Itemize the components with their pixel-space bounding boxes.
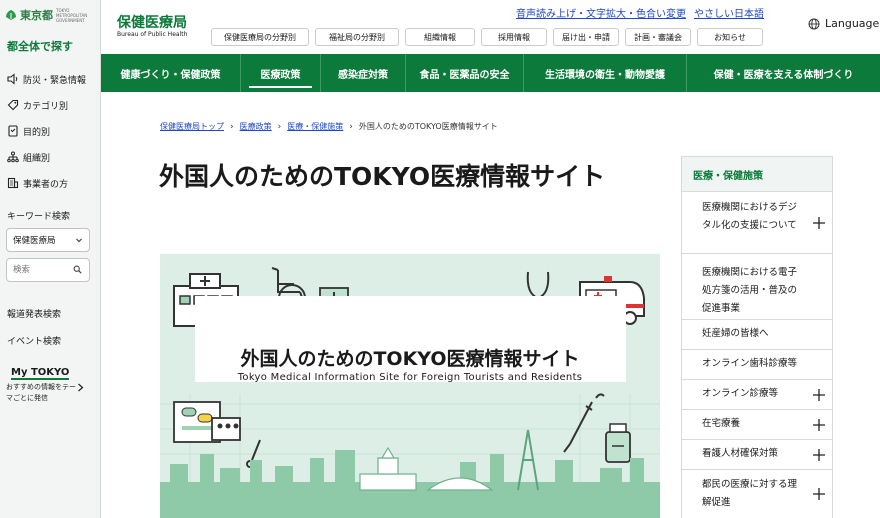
org-chart-icon	[7, 151, 19, 163]
breadcrumb-separator-icon: ›	[230, 121, 234, 132]
mytokyo-title: My TOKYO	[11, 367, 70, 380]
event-search-link[interactable]: イベント検索	[7, 334, 61, 347]
dome-icon	[426, 477, 494, 491]
nav-health-promotion[interactable]: 健康づくり・保健政策	[101, 54, 241, 92]
sidebar-item-label: 防災・緊急情報	[23, 75, 87, 86]
main-nav: 健康づくり・保健政策 医療政策 感染症対策 食品・医薬品の安全 生活環境の衛生・…	[101, 54, 880, 92]
right-nav-item-label: 医療機関におけるデジタル化の支援について	[702, 202, 798, 231]
breadcrumb-separator-icon: ›	[349, 121, 353, 132]
right-nav-item-digitalization[interactable]: 医療機関におけるデジタル化の支援について	[682, 192, 832, 254]
right-nav-item-pregnant[interactable]: 妊産婦の皆様へ	[682, 320, 832, 350]
medicine-tray-icon	[173, 401, 241, 443]
right-nav-item-label: 妊産婦の皆様へ	[702, 328, 769, 339]
sidebar-item-label: カテゴリ別	[23, 101, 69, 112]
right-nav-item-online-medical[interactable]: オンライン診療等	[682, 380, 832, 410]
chevron-down-icon	[76, 238, 82, 243]
right-nav-item-label: 在宅療養	[702, 418, 741, 429]
plus-icon[interactable]	[813, 488, 825, 500]
mytokyo-link[interactable]: My TOKYO おすすめの情報をテーマごとに発信	[6, 367, 96, 404]
right-nav-item-label: オンライン歯科診療等	[702, 358, 798, 369]
accessibility-link[interactable]: 音声読み上げ・文字拡大・色合い変更	[516, 5, 686, 20]
pill-recruitment[interactable]: 採用情報	[481, 28, 547, 46]
pill-plans[interactable]: 計画・審議会	[625, 28, 691, 46]
building-icon	[7, 177, 19, 189]
right-nav-item-online-dental[interactable]: オンライン歯科診療等	[682, 350, 832, 380]
press-release-search-link[interactable]: 報道発表検索	[7, 307, 61, 320]
right-sidebar-nav: 医療・保健施策 医療機関におけるデジタル化の支援について 医療機関における電子処…	[681, 156, 833, 518]
sidebar-item-label: 組織別	[23, 153, 51, 164]
breadcrumb-link[interactable]: 医療政策	[240, 121, 272, 132]
tokyo-logo-text: 東京都	[20, 9, 53, 22]
pill-organization[interactable]: 組織情報	[405, 28, 475, 46]
right-nav-item-public-understanding[interactable]: 都民の医療に対する理解促進	[682, 470, 832, 518]
banner-title-jp: 外国人のためのTOKYO医療情報サイト	[240, 348, 580, 370]
right-nav-item-nursing[interactable]: 看護人材確保対策	[682, 440, 832, 470]
sidebar-item-business[interactable]: 事業者の方	[7, 170, 97, 196]
sidebar-heading: 都全体で探す	[7, 40, 73, 53]
pill-welfare-fields[interactable]: 福祉局の分野別	[315, 28, 399, 46]
nav-infection-control[interactable]: 感染症対策	[321, 54, 406, 92]
chevron-right-icon	[78, 383, 84, 392]
right-nav-item-home-care[interactable]: 在宅療養	[682, 410, 832, 440]
language-label: Language	[825, 17, 880, 30]
mytokyo-text: おすすめの情報をテーマごとに発信	[6, 383, 76, 402]
bureau-select-value: 保健医療局	[13, 236, 56, 246]
easy-japanese-link[interactable]: やさしい日本語	[694, 5, 764, 20]
header-pill-nav: 保健医療局の分野別 福祉局の分野別 組織情報 採用情報 届け出・申請 計画・審議…	[211, 28, 763, 46]
pill-bureau-fields[interactable]: 保健医療局の分野別	[211, 28, 309, 46]
sidebar-item-category[interactable]: カテゴリ別	[7, 92, 97, 118]
pill-applications[interactable]: 届け出・申請	[553, 28, 619, 46]
nav-medical-policy[interactable]: 医療政策	[241, 54, 321, 92]
breadcrumb-current: 外国人のためのTOKYO医療情報サイト	[358, 122, 498, 131]
plus-icon[interactable]	[813, 418, 825, 431]
nav-support-system[interactable]: 保健・医療を支える体制づくり	[687, 54, 880, 92]
utility-links: 音声読み上げ・文字拡大・色合い変更 やさしい日本語	[516, 5, 764, 20]
right-nav-heading[interactable]: 医療・保健施策	[682, 157, 832, 192]
nav-food-drug-safety[interactable]: 食品・医薬品の安全	[406, 54, 524, 92]
banner-image[interactable]: 外国人のためのTOKYO医療情報サイト Tokyo Medical Inform…	[160, 254, 660, 518]
tokyo-ginkgo-icon	[6, 10, 16, 20]
syringe-icon	[563, 393, 605, 453]
bureau-title[interactable]: 保健医療局	[117, 12, 187, 32]
breadcrumb-link[interactable]: 医療・保健施策	[287, 121, 343, 132]
bureau-select[interactable]: 保健医療局	[6, 228, 90, 252]
site-header: 保健医療局 Bureau of Public Health 音声読み上げ・文字拡…	[101, 0, 880, 54]
tokyo-logo-sub: TOKYO METROPOLITAN GOVERNMENT	[56, 7, 88, 23]
sidebar-item-emergency[interactable]: 防災・緊急情報	[7, 66, 97, 92]
mytokyo-title-wrap: My TOKYO	[11, 367, 96, 380]
language-button[interactable]: Language	[808, 17, 879, 30]
sidebar-item-purpose[interactable]: 目的別	[7, 118, 97, 144]
document-icon	[8, 125, 18, 137]
sidebar-item-label: 目的別	[23, 127, 51, 138]
globe-icon	[808, 18, 820, 29]
right-nav-item-e-prescription[interactable]: 医療機関における電子処方箋の活用・普及の促進事業	[682, 254, 832, 320]
tokyo-logo[interactable]: 東京都 TOKYO METROPOLITAN GOVERNMENT	[5, 7, 88, 23]
banner-title-en: Tokyo Medical Information Site for Forei…	[237, 372, 583, 383]
sidebar-nav: 防災・緊急情報 カテゴリ別 目的別 組織別 事業者の方	[7, 66, 97, 196]
right-nav-item-label: オンライン診療等	[702, 388, 779, 399]
sidebar-item-organization[interactable]: 組織別	[7, 144, 97, 170]
plus-icon[interactable]	[813, 388, 825, 401]
right-nav-item-label: 都民の医療に対する理解促進	[702, 479, 798, 508]
bureau-subtitle: Bureau of Public Health	[117, 31, 188, 38]
speaker-icon	[7, 73, 18, 85]
right-nav-item-label: 看護人材確保対策	[702, 448, 779, 459]
tag-icon	[7, 99, 19, 111]
plus-icon[interactable]	[813, 448, 825, 461]
right-nav-item-label: 医療機関における電子処方箋の活用・普及の促進事業	[702, 267, 798, 314]
search-icon[interactable]	[73, 265, 82, 274]
sidebar-item-label: 事業者の方	[23, 179, 69, 190]
page-title: 外国人のためのTOKYO医療情報サイト	[159, 162, 606, 191]
pill-news[interactable]: お知らせ	[697, 28, 763, 46]
left-sidebar: 東京都 TOKYO METROPOLITAN GOVERNMENT 都全体で探す…	[0, 0, 101, 518]
breadcrumb: 保健医療局トップ › 医療政策 › 医療・保健施策 › 外国人のためのTOKYO…	[160, 121, 498, 132]
tokyo-tower-icon	[517, 429, 539, 491]
nav-environment-hygiene[interactable]: 生活環境の衛生・動物愛護	[524, 54, 687, 92]
breadcrumb-link[interactable]: 保健医療局トップ	[160, 121, 224, 132]
breadcrumb-separator-icon: ›	[277, 121, 282, 132]
plus-icon[interactable]	[813, 216, 825, 229]
banner-illustration	[160, 267, 660, 518]
keyword-search-label: キーワード検索	[7, 212, 71, 222]
medicine-bottle-icon	[605, 423, 631, 463]
